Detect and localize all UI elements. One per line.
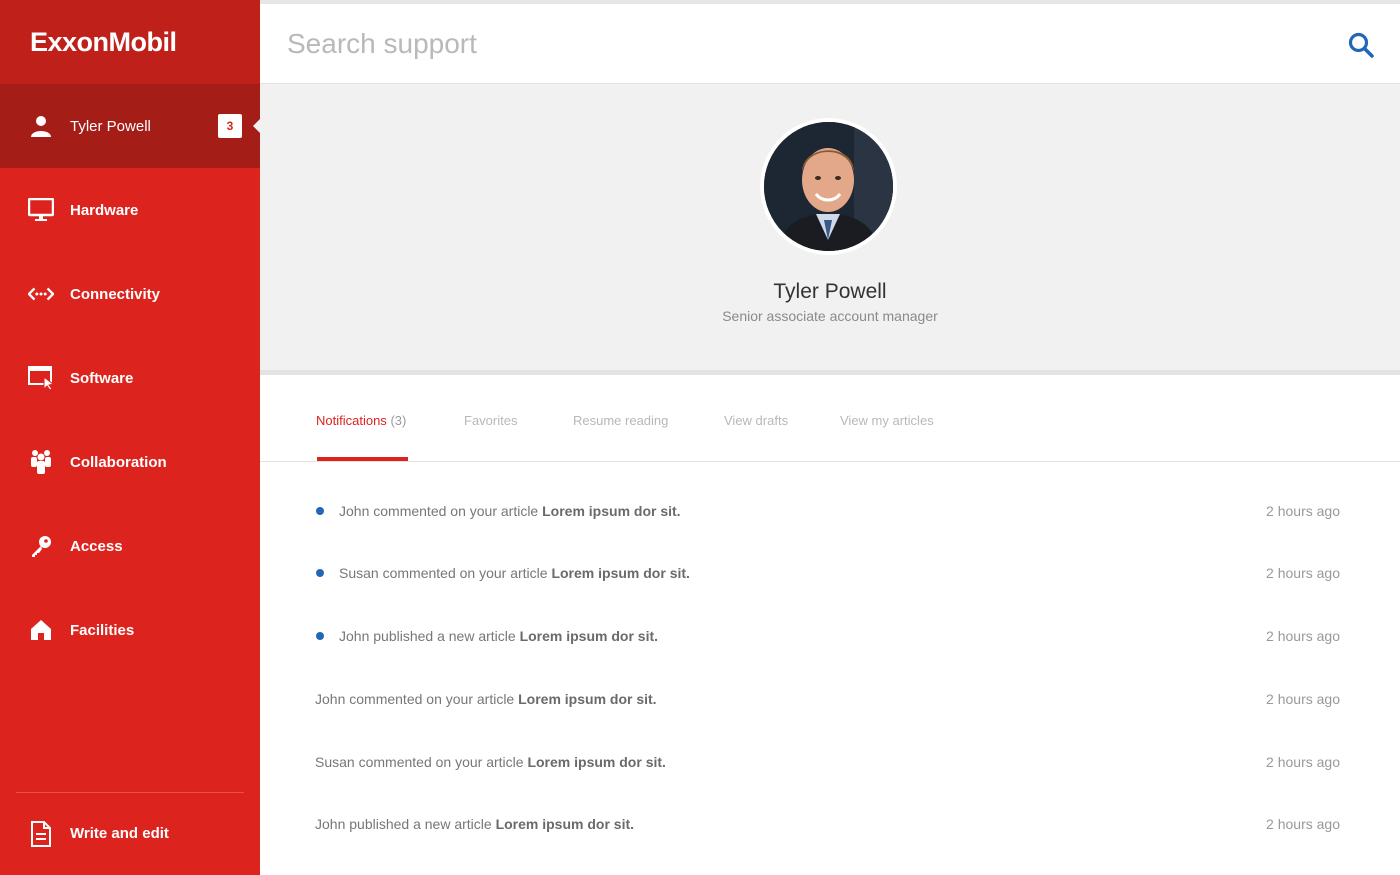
notification-text: Susan commented on your article Lorem ip…	[315, 754, 666, 770]
notification-text: Susan commented on your article Lorem ip…	[339, 565, 690, 581]
profile-name: Tyler Powell	[773, 280, 887, 303]
profile-header: Tyler Powell Senior associate account ma…	[260, 84, 1400, 375]
sidebar-item-connectivity[interactable]: Connectivity	[0, 252, 260, 336]
sidebar-item-label: Software	[70, 369, 134, 387]
write-and-edit-button[interactable]: Write and edit	[0, 792, 260, 875]
article-link[interactable]: Lorem ipsum dor sit.	[542, 503, 680, 519]
sidebar-item-label: Access	[70, 537, 123, 555]
people-icon	[28, 449, 54, 475]
profile-role: Senior associate account manager	[722, 308, 938, 324]
notification-item[interactable]: John published a new article Lorem ipsum…	[260, 616, 1400, 656]
notification-item[interactable]: John published a new article Lorem ipsum…	[260, 804, 1400, 844]
sidebar-item-collaboration[interactable]: Collaboration	[0, 420, 260, 504]
tab-view-my-articles[interactable]: View my articles	[840, 413, 934, 428]
monitor-icon	[28, 197, 54, 223]
user-icon	[28, 113, 54, 139]
article-link[interactable]: Lorem ipsum dor sit.	[520, 628, 658, 644]
avatar-photo	[764, 122, 893, 251]
tab-favorites[interactable]: Favorites	[464, 413, 517, 428]
notification-item[interactable]: Susan commented on your article Lorem ip…	[260, 742, 1400, 782]
sidebar-item-label: Collaboration	[70, 453, 167, 471]
notification-item[interactable]: Susan commented on your article Lorem ip…	[260, 553, 1400, 593]
write-and-edit-label: Write and edit	[70, 825, 169, 842]
sidebar-item-label: Connectivity	[70, 285, 161, 303]
active-tab-indicator	[317, 457, 408, 461]
sidebar-item-label: Facilities	[70, 621, 135, 639]
connectivity-icon	[28, 281, 54, 307]
search-bar	[260, 4, 1400, 84]
sidebar: ExxonMobil Tyler Powell 3 Hardware Conne…	[0, 0, 260, 875]
logo-bar: ExxonMobil	[0, 0, 260, 84]
notification-text: John published a new article Lorem ipsum…	[339, 628, 659, 644]
notification-item[interactable]: John commented on your article Lorem ips…	[260, 679, 1400, 719]
search-icon[interactable]	[1348, 32, 1374, 58]
tab-bar: Notifications (3) Favorites Resume readi…	[260, 380, 1400, 462]
unread-dot-icon	[316, 632, 324, 640]
article-link[interactable]: Lorem ipsum dor sit.	[496, 816, 634, 832]
tab-label: Notifications	[316, 413, 387, 428]
tab-view-drafts[interactable]: View drafts	[724, 413, 788, 428]
sidebar-item-label: Hardware	[70, 201, 139, 219]
sidebar-item-facilities[interactable]: Facilities	[0, 588, 260, 672]
sidebar-item-access[interactable]: Access	[0, 504, 260, 588]
search-input[interactable]	[287, 27, 1187, 60]
article-link[interactable]: Lorem ipsum dor sit.	[518, 691, 656, 707]
document-icon	[28, 820, 54, 847]
home-icon	[28, 617, 54, 643]
key-icon	[28, 533, 54, 559]
sidebar-item-software[interactable]: Software	[0, 336, 260, 420]
tab-count: (3)	[390, 413, 407, 428]
notification-text: John commented on your article Lorem ips…	[339, 503, 681, 519]
notification-item[interactable]: John commented on your article Lorem ips…	[260, 491, 1400, 531]
software-window-icon	[28, 365, 54, 391]
notification-time: 2 hours ago	[1266, 503, 1340, 519]
notification-text: John published a new article Lorem ipsum…	[315, 816, 635, 832]
notification-count-badge: 3	[218, 114, 242, 138]
article-link[interactable]: Lorem ipsum dor sit.	[527, 754, 665, 770]
sidebar-item-label: Tyler Powell	[70, 117, 151, 135]
exxonmobil-logo[interactable]: ExxonMobil	[30, 27, 177, 58]
sidebar-item-hardware[interactable]: Hardware	[0, 168, 260, 252]
sidebar-item-user[interactable]: Tyler Powell 3	[0, 84, 260, 168]
tab-resume-reading[interactable]: Resume reading	[573, 413, 668, 428]
notification-text: John commented on your article Lorem ips…	[315, 691, 657, 707]
unread-dot-icon	[316, 507, 324, 515]
notification-time: 2 hours ago	[1266, 691, 1340, 707]
avatar	[760, 118, 897, 255]
article-link[interactable]: Lorem ipsum dor sit.	[551, 565, 689, 581]
unread-dot-icon	[316, 569, 324, 577]
notification-time: 2 hours ago	[1266, 628, 1340, 644]
notification-time: 2 hours ago	[1266, 816, 1340, 832]
tab-notifications[interactable]: Notifications (3)	[316, 413, 406, 428]
notification-time: 2 hours ago	[1266, 754, 1340, 770]
notification-time: 2 hours ago	[1266, 565, 1340, 581]
